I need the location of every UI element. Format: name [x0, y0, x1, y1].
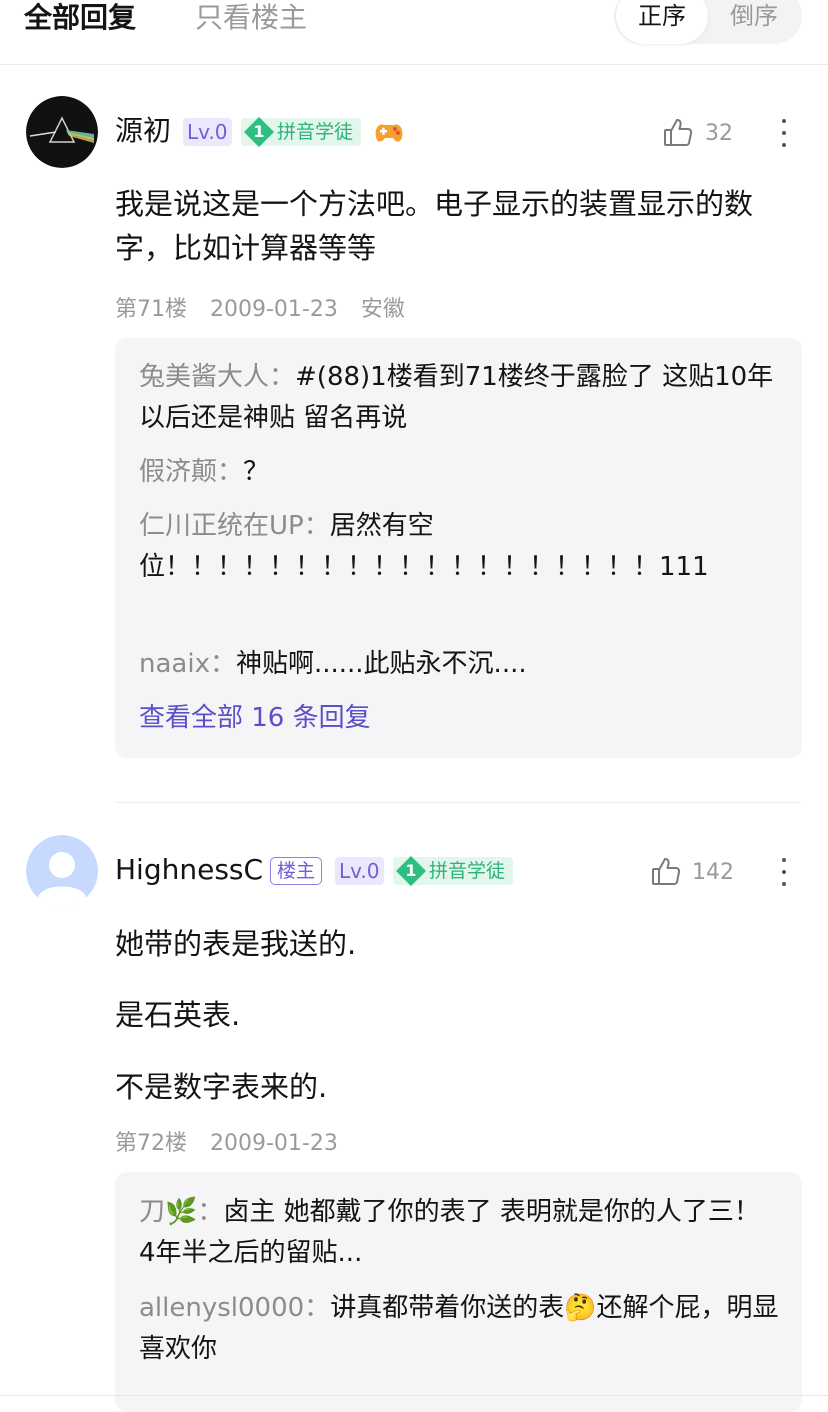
- op-badge: 楼主: [270, 857, 323, 885]
- diamond-icon: 1: [243, 116, 275, 148]
- bottom-bar-border: [0, 1395, 828, 1396]
- level-badge: Lv.0: [335, 857, 384, 885]
- post-content-line: 她带的表是我送的.: [115, 927, 357, 961]
- post-content-line: 不是数字表来的.: [115, 1070, 328, 1104]
- reply-username[interactable]: 仁川正统在UP：: [139, 511, 330, 541]
- reply-item[interactable]: naaix：神贴啊......此贴永不沉....: [139, 644, 779, 685]
- like-count: 32: [705, 121, 733, 146]
- reply-username[interactable]: 假济颠：: [139, 457, 243, 487]
- username[interactable]: 源初: [115, 113, 171, 149]
- reply-item[interactable]: 刀🌿：卤主 她都戴了你的表了 表明就是你的人了三！ 4年半之后的留贴...: [139, 1192, 779, 1274]
- reply-item[interactable]: 假济颠：？: [139, 452, 779, 493]
- reply-username[interactable]: 兔美酱大人：: [139, 362, 295, 392]
- reply-text: 卤主 她都戴了你的表了 表明就是你的人了三！ 4年半之后的留贴...: [139, 1197, 760, 1268]
- like-count: 142: [692, 860, 734, 885]
- reply-preview-box[interactable]: 刀🌿：卤主 她都戴了你的表了 表明就是你的人了三！ 4年半之后的留贴... al…: [115, 1172, 802, 1412]
- view-all-replies-link[interactable]: 查看全部 16 条回复: [139, 700, 371, 736]
- default-avatar-icon: [26, 835, 98, 907]
- sort-desc-button[interactable]: 倒序: [708, 0, 800, 44]
- post-content: 我是说这是一个方法吧。电子显示的装置显示的数字，比如计算器等等: [115, 187, 754, 265]
- rank-title: 拼音学徒: [277, 121, 354, 143]
- thumbs-up-icon[interactable]: [662, 117, 694, 149]
- avatar[interactable]: [26, 96, 98, 168]
- sort-asc-button[interactable]: 正序: [616, 0, 708, 44]
- post-location: 安徽: [360, 297, 405, 322]
- more-options-icon[interactable]: [780, 855, 788, 889]
- tab-op-only[interactable]: 只看楼主: [195, 0, 307, 38]
- username[interactable]: HighnessC: [115, 852, 263, 888]
- reply-username[interactable]: allenysl0000：: [139, 1293, 330, 1323]
- post-content-line: 是石英表.: [115, 998, 241, 1032]
- rank-badge: 1 拼音学徒: [393, 855, 514, 887]
- reply-username[interactable]: naaix：: [139, 649, 236, 679]
- tab-all-replies[interactable]: 全部回复: [24, 0, 136, 38]
- level-badge: Lv.0: [183, 118, 232, 146]
- reply-preview-box[interactable]: 兔美酱大人：#(88)1楼看到71楼终于露脸了 这贴10年以后还是神贴 留名再说…: [115, 338, 802, 758]
- sort-toggle: 正序 倒序: [614, 0, 802, 44]
- reply-username[interactable]: 刀🌿：: [139, 1197, 223, 1227]
- reply-item[interactable]: 仁川正统在UP：居然有空位！！！！！！！！！！！！！！！！！！！111: [139, 506, 739, 588]
- more-options-icon[interactable]: [780, 116, 788, 150]
- post-date: 2009-01-23: [210, 1131, 338, 1156]
- prism-avatar-image: [26, 96, 98, 168]
- reply-filter-bar: 全部回复 只看楼主 正序 倒序: [0, 0, 828, 65]
- diamond-icon: 1: [395, 855, 427, 887]
- reply-text: ？: [243, 457, 270, 487]
- post-divider: [115, 802, 802, 803]
- reply-text: 神贴啊......此贴永不沉....: [235, 649, 527, 679]
- avatar[interactable]: [26, 835, 98, 907]
- thumbs-up-icon[interactable]: [650, 856, 682, 888]
- rank-title: 拼音学徒: [429, 860, 506, 882]
- reply-item[interactable]: 兔美酱大人：#(88)1楼看到71楼终于露脸了 这贴10年以后还是神贴 留名再说: [139, 357, 779, 439]
- rank-badge: 1 拼音学徒: [241, 116, 362, 148]
- gamepad-icon: [372, 115, 406, 149]
- post-date: 2009-01-23: [210, 297, 338, 322]
- floor-number: 第71楼: [115, 297, 187, 322]
- reply-item[interactable]: allenysl0000：讲真都带着你送的表🤔还解个屁，明显喜欢你: [139, 1288, 779, 1370]
- floor-number: 第72楼: [115, 1131, 187, 1156]
- post-meta: 第71楼 2009-01-23 安徽: [115, 295, 421, 325]
- post-meta: 第72楼 2009-01-23: [115, 1129, 354, 1159]
